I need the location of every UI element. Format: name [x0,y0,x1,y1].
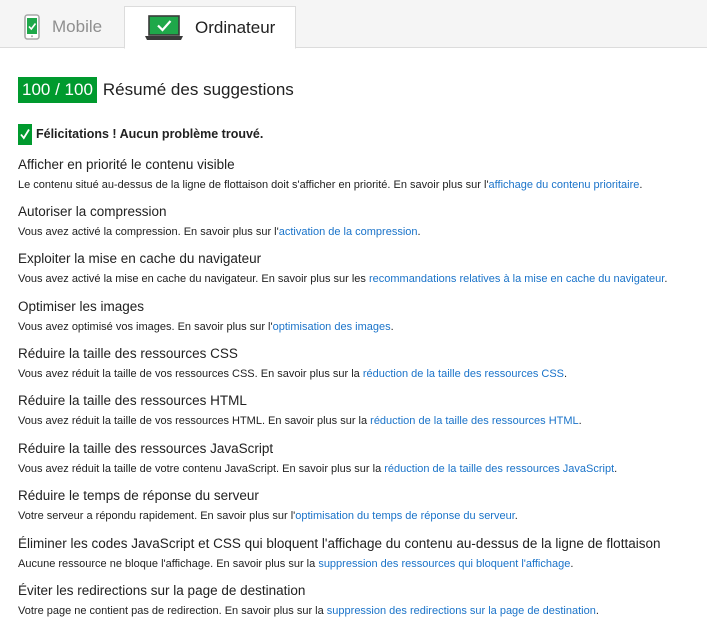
rule-title: Afficher en priorité le contenu visible [18,157,235,172]
congrats-text: Félicitations ! Aucun problème trouvé. [36,127,264,141]
rule-text: Votre serveur a répondu rapidement. En s… [18,510,296,522]
rule-browser-cache: Exploiter la mise en cache du navigateur… [18,250,703,287]
rule-text: Vous avez réduit la taille de vos ressou… [18,415,371,427]
rule-title: Réduire la taille des ressources JavaScr… [18,441,274,456]
rule-server-response: Réduire le temps de réponse du serveur V… [18,487,703,524]
rule-text: Votre page ne contient pas de redirectio… [18,605,327,617]
rule-text-end: . [417,226,421,238]
rule-redirects: Éviter les redirections sur la page de d… [18,582,703,619]
rule-description: Votre serveur a répondu rapidement. En s… [18,508,703,524]
rule-link[interactable]: suppression des redirections sur la page… [327,605,596,617]
rule-text-end: . [639,179,643,191]
rule-link[interactable]: affichage du contenu prioritaire [489,179,640,191]
rule-link[interactable]: suppression des ressources qui bloquent … [318,558,570,570]
rule-text-end: . [570,558,574,570]
check-icon [18,123,32,145]
tab-mobile-label: Mobile [52,17,103,36]
rule-description: Votre page ne contient pas de redirectio… [18,603,703,619]
rule-title: Réduire la taille des ressources HTML [18,393,247,408]
rule-description: Vous avez réduit la taille de votre cont… [18,461,703,477]
congrats-banner: Félicitations ! Aucun problème trouvé. [18,123,263,145]
rule-link[interactable]: optimisation des images [273,321,391,333]
rule-text: Vous avez activé la compression. En savo… [18,226,279,238]
rule-link[interactable]: optimisation du temps de réponse du serv… [295,510,515,522]
rule-text: Aucune ressource ne bloque l'affichage. … [18,558,319,570]
rule-link[interactable]: activation de la compression [279,226,418,238]
rule-title: Réduire la taille des ressources CSS [18,346,238,361]
rule-link[interactable]: réduction de la taille des ressources Ja… [384,463,614,475]
rule-text-end: . [578,415,582,427]
rule-description: Le contenu situé au-dessus de la ligne d… [18,177,703,193]
score-badge: 100 / 100 [18,77,97,103]
rule-description: Vous avez optimisé vos images. En savoir… [18,319,703,335]
rule-description: Vous avez réduit la taille de vos ressou… [18,366,703,382]
score-header: 100 / 100 Résumé des suggestions [18,77,294,103]
rule-css: Réduire la taille des ressources CSS Vou… [18,345,703,382]
rule-text-end: . [514,510,518,522]
smartphone-icon [24,14,40,40]
rule-title: Réduire le temps de réponse du serveur [18,488,259,503]
rule-title: Optimiser les images [18,299,145,314]
rule-javascript: Réduire la taille des ressources JavaScr… [18,440,703,477]
rule-link[interactable]: recommandations relatives à la mise en c… [369,273,664,285]
rule-text: Vous avez activé la mise en cache du nav… [18,273,369,285]
rule-title: Éviter les redirections sur la page de d… [18,583,306,598]
rule-title: Éliminer les codes JavaScript et CSS qui… [18,536,661,551]
rule-compression: Autoriser la compression Vous avez activ… [18,203,703,240]
rule-render-blocking: Éliminer les codes JavaScript et CSS qui… [18,535,703,572]
rule-text-end: . [614,463,618,475]
rule-description: Vous avez activé la mise en cache du nav… [18,271,703,287]
summary-title: Résumé des suggestions [102,80,294,99]
rule-text-end: . [664,273,668,285]
rule-description: Vous avez réduit la taille de vos ressou… [18,413,703,429]
rule-link[interactable]: réduction de la taille des ressources HT… [370,415,578,427]
laptop-icon [145,14,183,41]
tab-mobile[interactable]: Mobile [6,6,124,48]
rule-images: Optimiser les images Vous avez optimisé … [18,298,703,335]
rule-text: Vous avez réduit la taille de votre cont… [18,463,385,475]
tab-bar: Mobile Ordinateur [0,0,707,49]
rule-text: Vous avez réduit la taille de vos ressou… [18,368,363,380]
rule-visible-content: Afficher en priorité le contenu visible … [18,156,703,193]
rule-html: Réduire la taille des ressources HTML Vo… [18,392,703,429]
rule-text-end: . [595,605,599,617]
tab-ordinateur-label: Ordinateur [195,17,276,37]
rule-title: Exploiter la mise en cache du navigateur [18,251,262,266]
rule-description: Aucune ressource ne bloque l'affichage. … [18,556,703,572]
rule-text: Vous avez optimisé vos images. En savoir… [18,321,273,333]
rule-text-end: . [390,321,394,333]
rule-link[interactable]: réduction de la taille des ressources CS… [363,368,564,380]
rule-text-end: . [564,368,568,380]
rule-description: Vous avez activé la compression. En savo… [18,224,703,240]
rule-title: Autoriser la compression [18,204,167,219]
tab-ordinateur[interactable]: Ordinateur [124,6,296,49]
rule-text: Le contenu situé au-dessus de la ligne d… [18,179,489,191]
